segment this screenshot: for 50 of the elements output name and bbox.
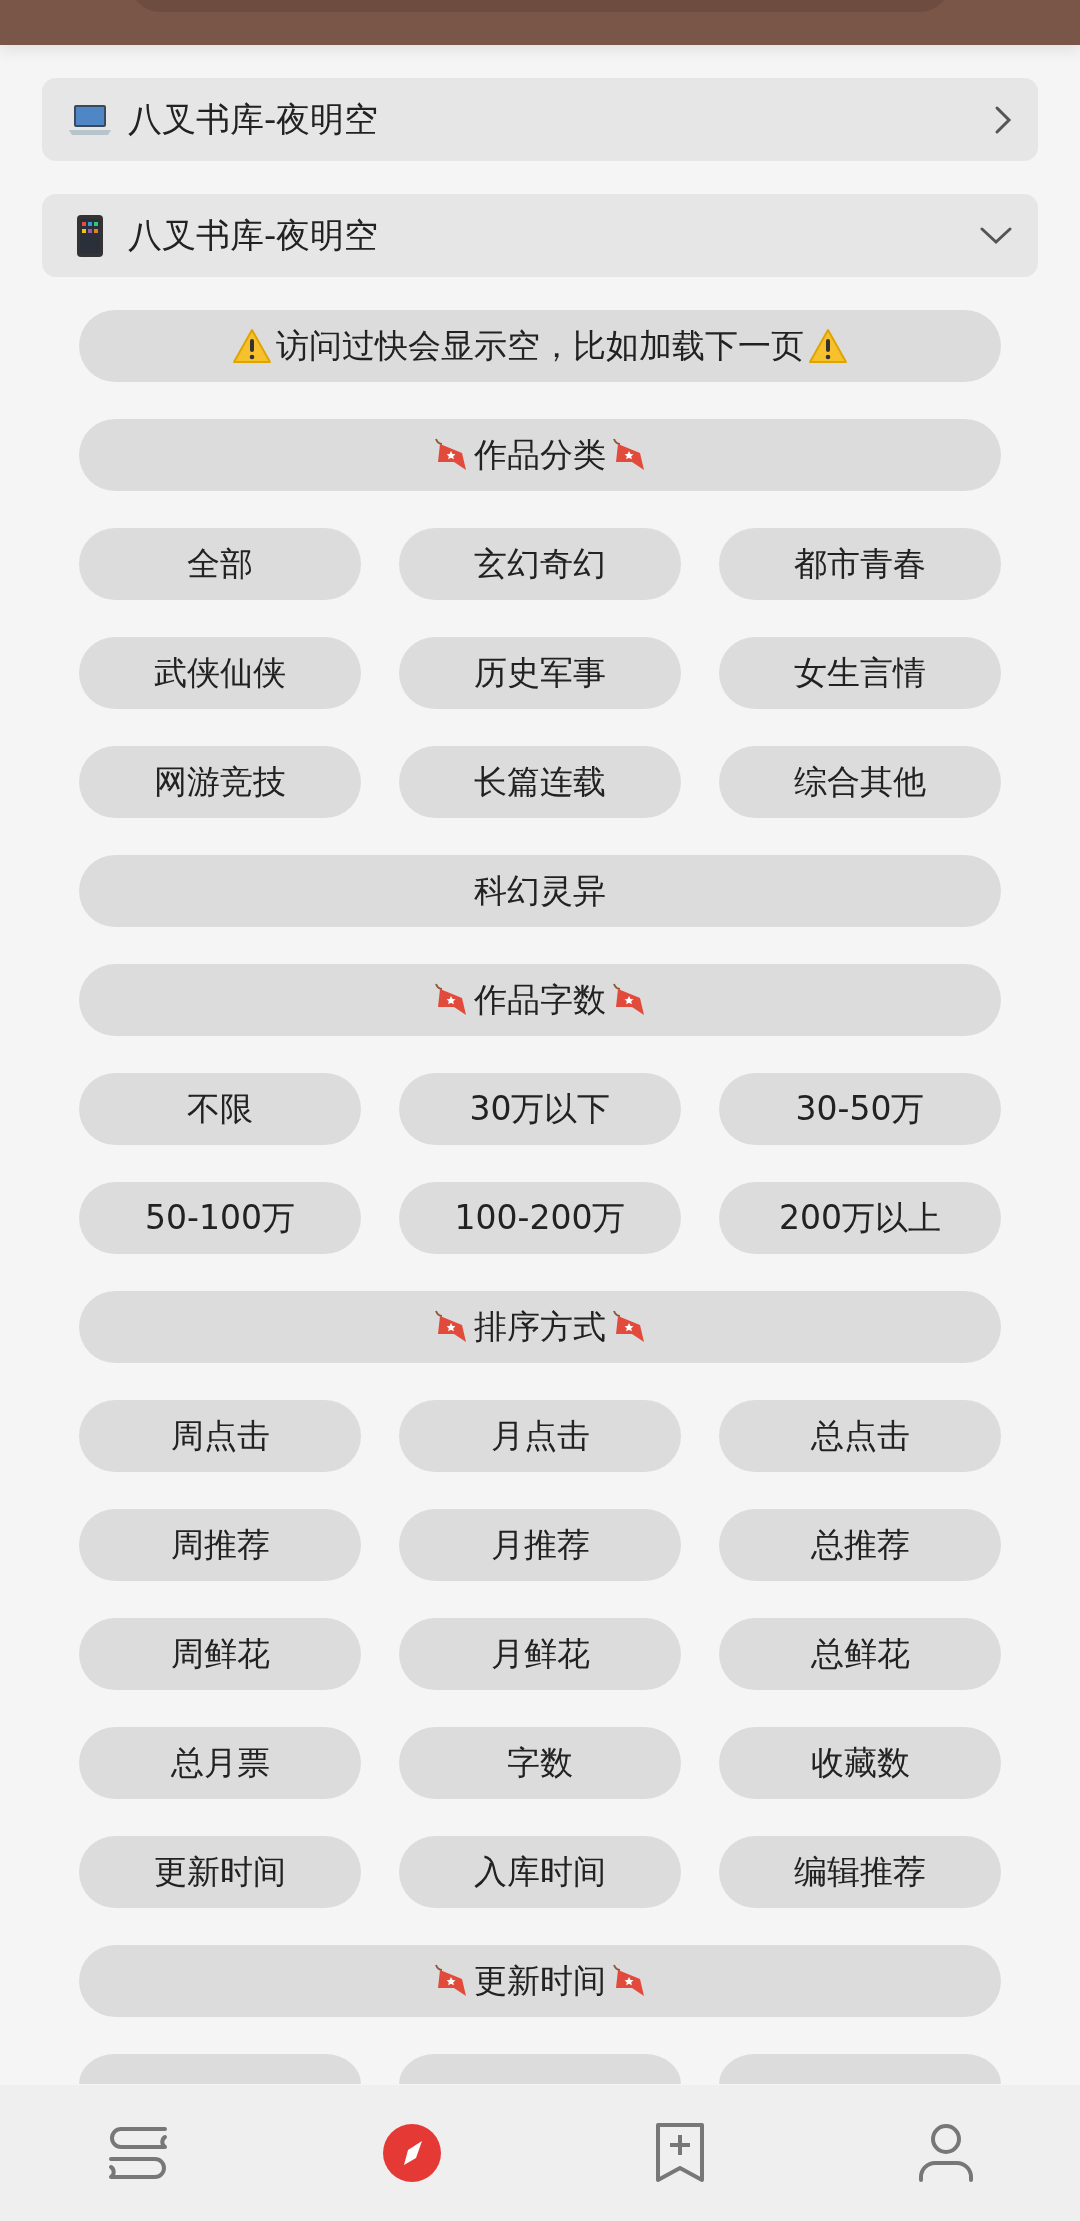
- filter-option[interactable]: 周点击: [79, 1400, 361, 1472]
- compass-icon[interactable]: [381, 2123, 442, 2183]
- filter-option[interactable]: 字数: [399, 1727, 681, 1799]
- filter-option[interactable]: 都市青春: [719, 528, 1001, 600]
- filter-option[interactable]: 周鲜花: [79, 1618, 361, 1690]
- filter-option[interactable]: 30-50万: [719, 1073, 1001, 1145]
- section-title: 更新时间: [474, 1960, 606, 2003]
- filter-option[interactable]: 科幻灵异: [79, 855, 1001, 927]
- filter-option[interactable]: 历史军事: [399, 637, 681, 709]
- chevron-down-icon: [980, 226, 1012, 245]
- filter-option[interactable]: 100-200万: [399, 1182, 681, 1254]
- filter-option[interactable]: 玄幻奇幻: [399, 528, 681, 600]
- filter-option[interactable]: 编辑推荐: [719, 1836, 1001, 1908]
- section-title: 排序方式: [474, 1306, 606, 1349]
- filter-option[interactable]: 不限: [79, 1073, 361, 1145]
- filter-option[interactable]: 入库时间: [399, 1836, 681, 1908]
- notice-text: 访问过快会显示空，比如加载下一页: [276, 325, 804, 368]
- phone-icon: [75, 213, 105, 258]
- filter-option[interactable]: 收藏数: [719, 1727, 1001, 1799]
- filter-option[interactable]: 200万以上: [719, 1182, 1001, 1254]
- laptop-icon: [68, 102, 112, 137]
- filter-option[interactable]: 更新时间: [79, 1836, 361, 1908]
- source-header[interactable]: 八叉书库-夜明空: [42, 78, 1038, 161]
- chevron-right-icon: [994, 104, 1012, 135]
- filter-option[interactable]: 网游竞技: [79, 746, 361, 818]
- filter-option[interactable]: 总点击: [719, 1400, 1001, 1472]
- warning-icon: [808, 328, 848, 364]
- filter-option[interactable]: 月鲜花: [399, 1618, 681, 1690]
- profile-icon[interactable]: [917, 2123, 974, 2183]
- filter-option[interactable]: 50-100万: [79, 1182, 361, 1254]
- filter-option[interactable]: 总月票: [79, 1727, 361, 1799]
- source-title: 八叉书库-夜明空: [128, 98, 380, 141]
- filter-option[interactable]: 月点击: [399, 1400, 681, 1472]
- filter-option[interactable]: 周推荐: [79, 1509, 361, 1581]
- section-title: 作品分类: [474, 434, 606, 477]
- bookmark-add-icon[interactable]: [654, 2122, 705, 2184]
- filter-option[interactable]: 综合其他: [719, 746, 1001, 818]
- filter-option[interactable]: 总鲜花: [719, 1618, 1001, 1690]
- filter-option[interactable]: 女生言情: [719, 637, 1001, 709]
- source-header[interactable]: 八叉书库-夜明空: [42, 194, 1038, 277]
- filter-option[interactable]: 长篇连载: [399, 746, 681, 818]
- filter-option[interactable]: 月推荐: [399, 1509, 681, 1581]
- filter-option[interactable]: 30万以下: [399, 1073, 681, 1145]
- filter-option[interactable]: 总推荐: [719, 1509, 1001, 1581]
- books-icon[interactable]: [106, 2125, 169, 2181]
- filter-option[interactable]: 武侠仙侠: [79, 637, 361, 709]
- filter-option[interactable]: 全部: [79, 528, 361, 600]
- source-title: 八叉书库-夜明空: [128, 214, 380, 257]
- warning-icon: [232, 328, 272, 364]
- section-title: 作品字数: [474, 979, 606, 1022]
